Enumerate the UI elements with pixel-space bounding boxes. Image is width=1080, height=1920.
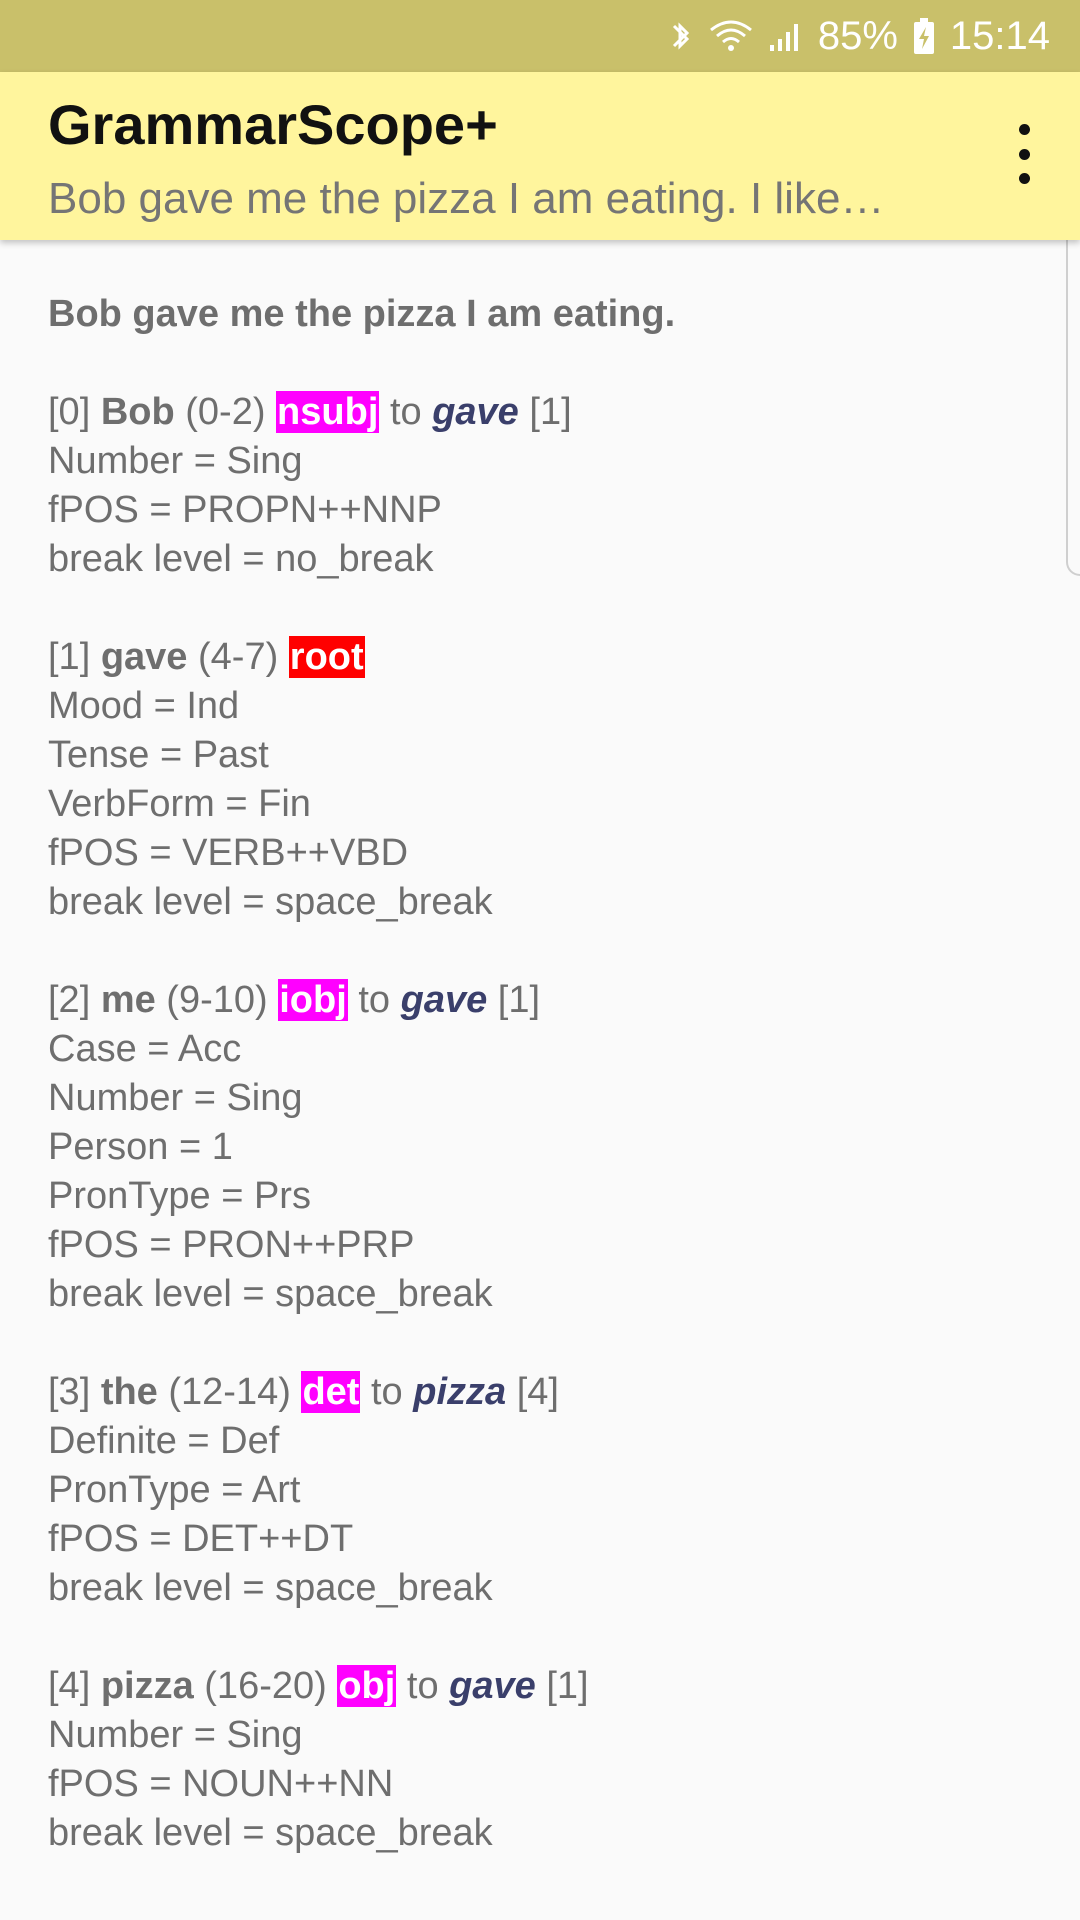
token-header: [0] Bob (0-2) nsubj to gave [1] — [48, 388, 1028, 437]
token-span: (4-7) — [198, 636, 279, 678]
token-index: [1] — [48, 636, 91, 678]
token-span: (12-14) — [168, 1371, 291, 1413]
sentence-heading: Bob gave me the pizza I am eating. — [48, 293, 676, 335]
governor-index: [1] — [529, 391, 572, 433]
feature-line: fPOS = NOUN++NN — [48, 1763, 394, 1805]
feature-line: PronType = Art — [48, 1469, 301, 1511]
to-label: to — [371, 1371, 403, 1413]
dependency-label: obj — [337, 1665, 397, 1707]
feature-line: Definite = Def — [48, 1420, 280, 1462]
governor-word: gave — [432, 391, 519, 433]
token-header: [1] gave (4-7) root — [48, 633, 1028, 682]
token-index: [2] — [48, 979, 91, 1021]
app-title: GrammarScope+ — [48, 93, 498, 156]
token-span: (9-10) — [166, 979, 268, 1021]
dependency-label: nsubj — [276, 391, 380, 433]
token-header: [3] the (12-14) det to pizza [4] — [48, 1368, 1028, 1417]
bluetooth-icon — [668, 17, 694, 55]
token-index: [3] — [48, 1371, 91, 1413]
token-word: Bob — [100, 391, 175, 433]
clock: 15:14 — [949, 13, 1050, 58]
to-label: to — [358, 979, 391, 1021]
feature-line: PronType = Prs — [48, 1175, 311, 1217]
feature-line: Number = Sing — [48, 1714, 303, 1756]
token-header: [2] me (9-10) iobj to gave [1] — [48, 976, 1028, 1025]
token-word: the — [100, 1371, 158, 1413]
token-block: [3] the (12-14) det to pizza [4] Definite… — [48, 1368, 1028, 1613]
dependency-label: iobj — [278, 979, 348, 1021]
feature-line: Mood = Ind — [48, 685, 240, 727]
feature-line: fPOS = PROPN++NNP — [48, 489, 442, 531]
feature-line: Case = Acc — [48, 1028, 242, 1070]
feature-line: Person = 1 — [48, 1126, 233, 1168]
token-block: [1] gave (4-7) root Mood = Ind Tense = Pas… — [48, 633, 1028, 927]
feature-line: break level = space_break — [48, 881, 493, 923]
token-word: gave — [100, 636, 188, 678]
to-label: to — [406, 1665, 439, 1707]
token-block: [4] pizza (16-20) obj to gave [1] Number … — [48, 1662, 1028, 1858]
feature-line: break level = no_break — [48, 538, 434, 580]
feature-line: Tense = Past — [48, 734, 269, 776]
dependency-label: det — [301, 1371, 361, 1413]
token-word: me — [100, 979, 156, 1021]
token-index: [0] — [48, 391, 91, 433]
to-label: to — [389, 391, 422, 433]
app-subtitle: Bob gave me the pizza I am eating. I lik… — [48, 174, 885, 223]
governor-word: pizza — [413, 1371, 507, 1413]
token-span: (0-2) — [185, 391, 266, 433]
overflow-menu-icon[interactable] — [1004, 124, 1044, 184]
token-span: (16-20) — [204, 1665, 327, 1707]
feature-line: break level = space_break — [48, 1567, 493, 1609]
battery-percent: 85% — [817, 13, 898, 58]
scroll-handle[interactable] — [1066, 216, 1080, 576]
signal-icon — [768, 17, 804, 55]
governor-word: gave — [449, 1665, 536, 1707]
feature-line: fPOS = VERB++VBD — [48, 832, 409, 874]
governor-index: [1] — [497, 979, 541, 1021]
token-header: [4] pizza (16-20) obj to gave [1] — [48, 1662, 1028, 1711]
token-index: [4] — [48, 1665, 91, 1707]
feature-line: VerbForm = Fin — [48, 783, 311, 825]
status-bar: 85% 15:14 — [0, 0, 1080, 72]
app-bar: GrammarScope+ Bob gave me the pizza I am… — [0, 72, 1080, 240]
battery-charging-icon — [912, 16, 936, 56]
wifi-icon — [708, 17, 754, 55]
token-word: pizza — [100, 1665, 194, 1707]
token-block: [2] me (9-10) iobj to gave [1] Case = Acc… — [48, 976, 1028, 1319]
feature-line: Number = Sing — [48, 1077, 303, 1119]
feature-line: fPOS = DET++DT — [48, 1518, 354, 1560]
feature-line: Number = Sing — [48, 440, 303, 482]
governor-word: gave — [400, 979, 488, 1021]
governor-index: [1] — [546, 1665, 589, 1707]
token-list: [0] Bob (0-2) nsubj to gave [1] Number = … — [48, 388, 1028, 1858]
feature-line: break level = space_break — [48, 1812, 493, 1854]
feature-line: fPOS = PRON++PRP — [48, 1224, 415, 1266]
token-block: [0] Bob (0-2) nsubj to gave [1] Number = … — [48, 388, 1028, 584]
feature-line: break level = space_break — [48, 1273, 493, 1315]
dependency-label: root — [288, 636, 365, 678]
governor-index: [4] — [516, 1371, 559, 1413]
analysis-content: Bob gave me the pizza I am eating. [0] B… — [48, 290, 1028, 1907]
